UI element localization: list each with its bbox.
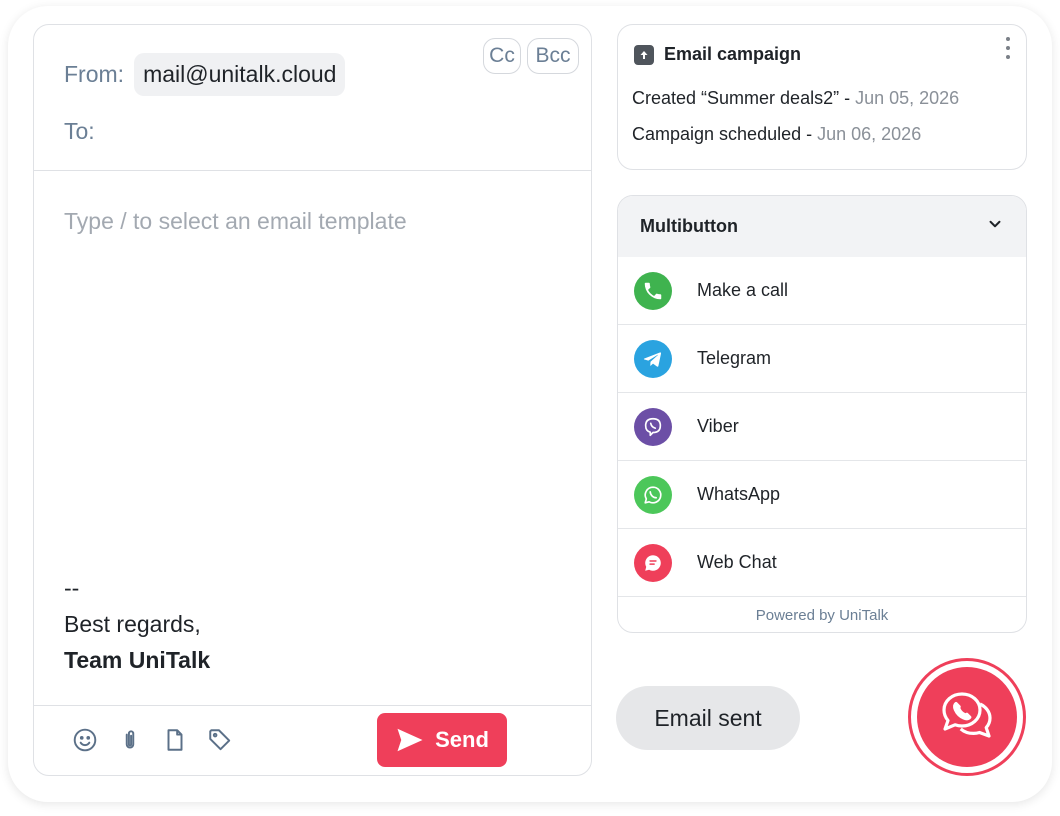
from-label: From: (64, 61, 125, 87)
channel-item-webchat[interactable]: Web Chat (618, 529, 1026, 597)
tag-icon[interactable] (205, 725, 235, 755)
campaign-event-text: Created “Summer deals2” - (632, 88, 856, 108)
email-body-input[interactable]: Type / to select an email template (64, 208, 407, 235)
multibutton-list: Make a call Telegram Viber WhatsApp Web … (618, 257, 1026, 597)
more-options-icon[interactable] (1004, 37, 1012, 59)
channel-item-viber[interactable]: Viber (618, 393, 1026, 461)
to-label: To: (64, 118, 95, 144)
from-row: From: mail@unitalk.cloud (64, 53, 346, 96)
chevron-down-icon[interactable] (986, 215, 1004, 238)
email-compose-card: Cc Bcc From: mail@unitalk.cloud To: Type… (33, 24, 592, 776)
campaign-header: Email campaign (634, 44, 801, 65)
from-address-chip[interactable]: mail@unitalk.cloud (134, 53, 346, 96)
send-button[interactable]: Send (377, 713, 507, 767)
header-divider (34, 170, 591, 171)
campaign-title: Email campaign (664, 44, 802, 64)
telegram-icon (634, 339, 672, 378)
campaign-event: Campaign scheduled - Jun 06, 2026 (632, 124, 921, 145)
multibutton-card: Multibutton Make a call Telegram Viber W… (617, 195, 1027, 633)
campaign-event-date: Jun 05, 2026 (855, 88, 960, 108)
email-campaign-card: Email campaign Created “Summer deals2” -… (617, 24, 1027, 170)
emoji-icon[interactable] (70, 725, 100, 755)
channel-item-whatsapp[interactable]: WhatsApp (618, 461, 1026, 529)
unitalk-logo-icon (917, 667, 1017, 767)
channel-label: Viber (697, 416, 739, 436)
multibutton-title: Multibutton (640, 216, 738, 236)
send-icon (397, 728, 423, 752)
phone-icon (634, 271, 672, 310)
email-signature: -- Best regards, Team UniTalk (64, 570, 210, 678)
viber-icon (634, 407, 672, 446)
channel-item-telegram[interactable]: Telegram (618, 325, 1026, 393)
campaign-upload-icon (634, 44, 654, 65)
campaign-event: Created “Summer deals2” - Jun 05, 2026 (632, 88, 959, 109)
webchat-icon (634, 543, 672, 582)
channel-label: WhatsApp (697, 484, 781, 504)
powered-by-link[interactable]: Powered by UniTalk (618, 597, 1026, 632)
signature-name: Team UniTalk (64, 647, 211, 673)
channel-label: Web Chat (697, 552, 777, 572)
footer-divider (34, 705, 591, 706)
whatsapp-icon (634, 475, 672, 514)
multibutton-header[interactable]: Multibutton (618, 196, 1026, 257)
unitalk-widget-button[interactable] (908, 658, 1026, 776)
send-label: Send (435, 727, 489, 752)
recipient-options: Cc Bcc (483, 38, 579, 74)
email-sent-badge: Email sent (616, 686, 800, 750)
signature-separator: -- (64, 575, 80, 601)
attachment-icon[interactable] (115, 725, 145, 755)
campaign-event-date: Jun 06, 2026 (817, 124, 922, 144)
to-field[interactable]: To: (64, 118, 95, 145)
channel-item-call[interactable]: Make a call (618, 257, 1026, 325)
channel-label: Make a call (697, 280, 789, 300)
signature-closing: Best regards, (64, 611, 201, 637)
cc-button[interactable]: Cc (483, 38, 521, 74)
document-icon[interactable] (160, 725, 190, 755)
channel-label: Telegram (697, 348, 772, 368)
bcc-button[interactable]: Bcc (527, 38, 579, 74)
campaign-event-text: Campaign scheduled - (632, 124, 818, 144)
